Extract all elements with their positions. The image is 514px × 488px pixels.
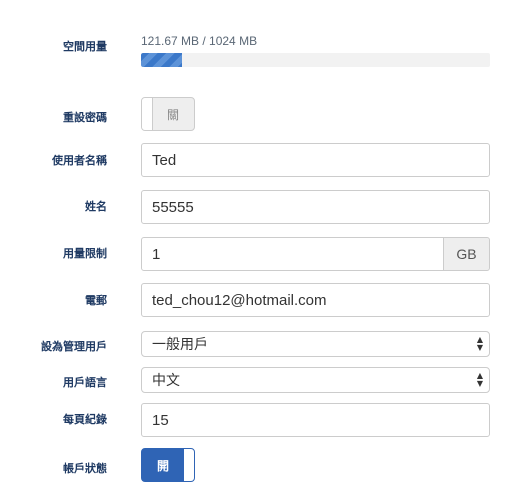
email-input[interactable]: ted_chou12@hotmail.com: [141, 283, 490, 317]
admin-label: 設為管理用戶: [41, 340, 107, 353]
quota-unit: GB: [443, 237, 490, 271]
toggle-knob: [184, 449, 194, 481]
usage-progress-fill: [141, 53, 183, 67]
usage-label: 空間用量: [63, 40, 107, 53]
select-arrows-icon: ▲ ▼: [476, 371, 483, 388]
username-label: 使用者名稱: [52, 154, 107, 167]
reset-password-label: 重設密碼: [63, 111, 107, 124]
language-select[interactable]: 中文 ▲ ▼: [141, 367, 490, 393]
quota-label: 用量限制: [63, 247, 107, 260]
quota-input-group: 1 GB: [141, 237, 490, 271]
full-name-input[interactable]: 55555: [141, 190, 490, 224]
per-page-label: 每頁紀錄: [63, 413, 107, 426]
username-input[interactable]: Ted: [141, 143, 490, 177]
per-page-input[interactable]: 15: [141, 403, 490, 437]
language-label: 用戶語言: [63, 376, 107, 389]
usage-text: 121.67 MB / 1024 MB: [141, 34, 258, 48]
email-label: 電郵: [85, 294, 107, 307]
quota-input[interactable]: 1: [141, 237, 444, 271]
language-select-value: 中文: [152, 373, 180, 389]
select-arrows-icon: ▲ ▼: [476, 335, 483, 352]
admin-select[interactable]: 一般用戶 ▲ ▼: [141, 331, 490, 357]
admin-select-value: 一般用戶: [152, 337, 208, 353]
toggle-text: 關: [166, 107, 179, 122]
full-name-label: 姓名: [85, 200, 107, 213]
account-status-label: 帳戶狀態: [63, 462, 107, 475]
reset-password-toggle[interactable]: 關: [141, 97, 195, 131]
account-status-toggle[interactable]: 開: [141, 448, 195, 482]
toggle-text: 開: [156, 458, 169, 473]
usage-progress-bar: [141, 53, 490, 67]
